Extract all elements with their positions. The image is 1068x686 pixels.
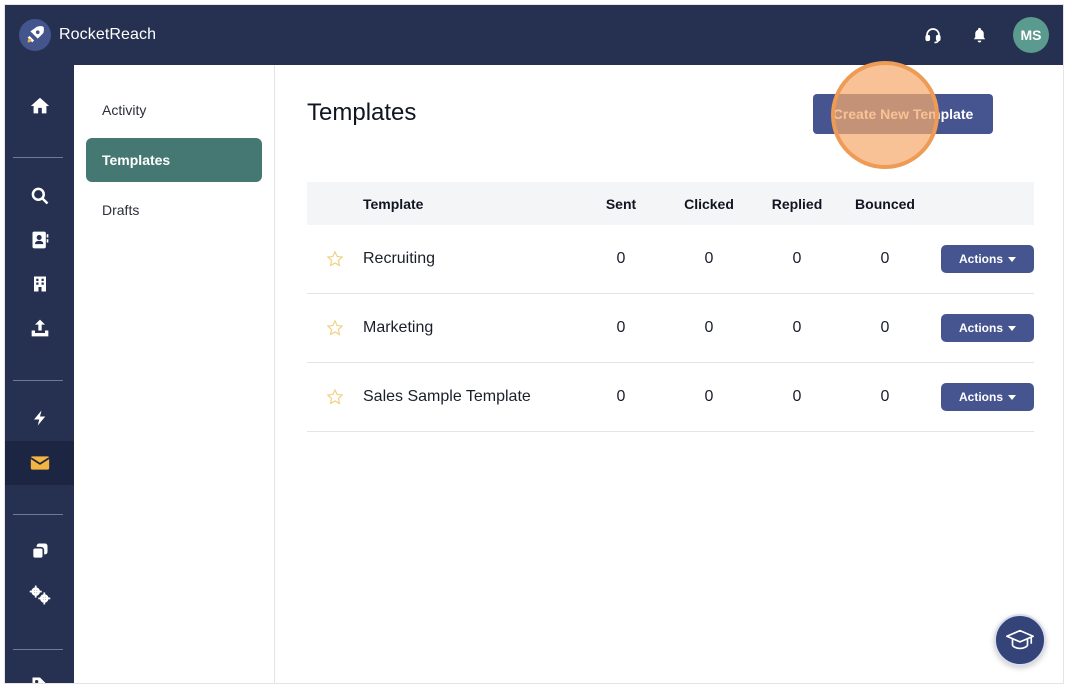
caret-down-icon [1008,326,1016,331]
table-row: Marketing 0 0 0 0 Actions [307,294,1034,363]
table-header: Template Sent Clicked Replied Bounced [307,182,1034,225]
actions-label: Actions [958,390,1003,404]
header-clicked[interactable]: Clicked [665,196,753,212]
subnav-item-drafts[interactable]: Drafts [86,188,262,232]
header-template[interactable]: Template [363,196,577,212]
rail-divider [13,649,63,650]
page-title: Templates [307,99,417,126]
brand[interactable]: RocketReach [19,19,156,51]
building-icon[interactable] [5,262,74,306]
rail-divider [13,157,63,158]
star-icon[interactable] [307,319,363,337]
rail-divider [13,514,63,515]
table-row: Recruiting 0 0 0 0 Actions [307,225,1034,294]
actions-dropdown-button[interactable]: Actions [941,314,1034,342]
graduation-cap-help-icon[interactable] [994,614,1046,666]
sent-count: 0 [616,388,626,405]
bounced-count: 0 [880,319,890,336]
template-name[interactable]: Recruiting [363,250,577,268]
lightning-icon[interactable] [5,396,74,440]
replied-count: 0 [792,388,802,405]
tag-icon[interactable] [5,663,74,683]
icon-sidebar [5,65,74,683]
caret-down-icon [1008,257,1016,262]
star-icon[interactable] [307,388,363,406]
bounced-count: 0 [880,250,890,267]
headset-support-icon[interactable] [921,23,945,47]
brand-name: RocketReach [59,26,157,43]
header-sent[interactable]: Sent [577,196,665,212]
create-new-template-button[interactable]: Create New Template [813,94,993,134]
envelope-icon[interactable] [5,441,74,485]
sent-count: 0 [616,319,626,336]
rail-divider [13,380,63,381]
template-name[interactable]: Marketing [363,319,577,337]
table-row: Sales Sample Template 0 0 0 0 Actions [307,363,1034,432]
contact-card-icon[interactable] [5,218,74,262]
actions-label: Actions [958,252,1003,266]
actions-dropdown-button[interactable]: Actions [941,245,1034,273]
app-window: RocketReach MS Activity Templates Drafts… [4,4,1064,684]
search-icon[interactable] [5,174,74,218]
replied-count: 0 [792,319,802,336]
clicked-count: 0 [704,250,714,267]
star-icon[interactable] [307,250,363,268]
clicked-count: 0 [704,388,714,405]
subnav-item-activity[interactable]: Activity [86,88,262,132]
header-replied[interactable]: Replied [753,196,841,212]
top-bar: RocketReach MS [5,5,1063,65]
header-bounced[interactable]: Bounced [841,196,929,212]
bounced-count: 0 [880,388,890,405]
template-name[interactable]: Sales Sample Template [363,388,577,406]
subnav-item-templates[interactable]: Templates [86,138,262,182]
upload-icon[interactable] [5,306,74,350]
copy-icon[interactable] [5,529,74,573]
clicked-count: 0 [704,319,714,336]
templates-subnav: Activity Templates Drafts [74,65,275,683]
templates-table: Template Sent Clicked Replied Bounced Re… [307,182,1034,432]
caret-down-icon [1008,395,1016,400]
actions-label: Actions [958,321,1003,335]
home-icon[interactable] [5,84,74,128]
sent-count: 0 [616,250,626,267]
rocket-logo-icon [19,19,51,51]
actions-dropdown-button[interactable]: Actions [941,383,1034,411]
replied-count: 0 [792,250,802,267]
user-avatar[interactable]: MS [1013,17,1049,53]
gears-icon[interactable] [5,573,74,617]
bell-notification-icon[interactable] [967,23,991,47]
